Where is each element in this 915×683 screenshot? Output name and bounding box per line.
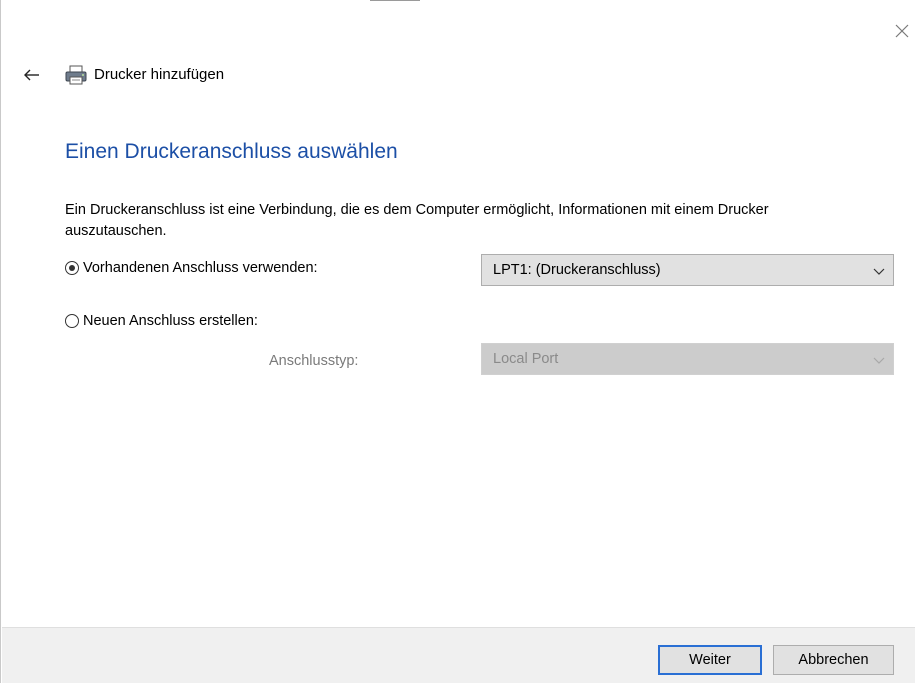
new-port-option[interactable]: Neuen Anschluss erstellen: (65, 313, 258, 329)
existing-port-option[interactable]: Vorhandenen Anschluss verwenden: (65, 260, 318, 276)
chevron-down-icon (873, 265, 885, 277)
new-port-radio[interactable] (65, 314, 79, 328)
existing-port-radio[interactable] (65, 261, 79, 275)
back-button[interactable] (21, 64, 43, 86)
port-type-dropdown-value: Local Port (493, 351, 559, 367)
existing-port-label: Vorhandenen Anschluss verwenden: (83, 260, 318, 276)
close-icon (895, 24, 909, 38)
next-button[interactable]: Weiter (658, 645, 762, 675)
printer-icon (64, 64, 88, 86)
window-title: Drucker hinzufügen (94, 66, 225, 83)
port-type-label: Anschlusstyp: (269, 353, 359, 369)
back-arrow-icon (24, 69, 39, 81)
close-button[interactable] (893, 22, 911, 40)
new-port-label: Neuen Anschluss erstellen: (83, 313, 258, 329)
window-top-edge (370, 0, 420, 1)
existing-port-dropdown[interactable]: LPT1: (Druckeranschluss) (481, 254, 894, 286)
existing-port-dropdown-value: LPT1: (Druckeranschluss) (493, 262, 661, 278)
add-printer-dialog: Drucker hinzufügen Einen Druckeranschlus… (0, 0, 915, 683)
page-heading: Einen Druckeranschluss auswählen (65, 140, 398, 163)
port-type-dropdown: Local Port (481, 343, 894, 375)
cancel-button[interactable]: Abbrechen (773, 645, 894, 675)
chevron-down-icon (873, 354, 885, 366)
page-description: Ein Druckeranschluss ist eine Verbindung… (65, 202, 769, 239)
